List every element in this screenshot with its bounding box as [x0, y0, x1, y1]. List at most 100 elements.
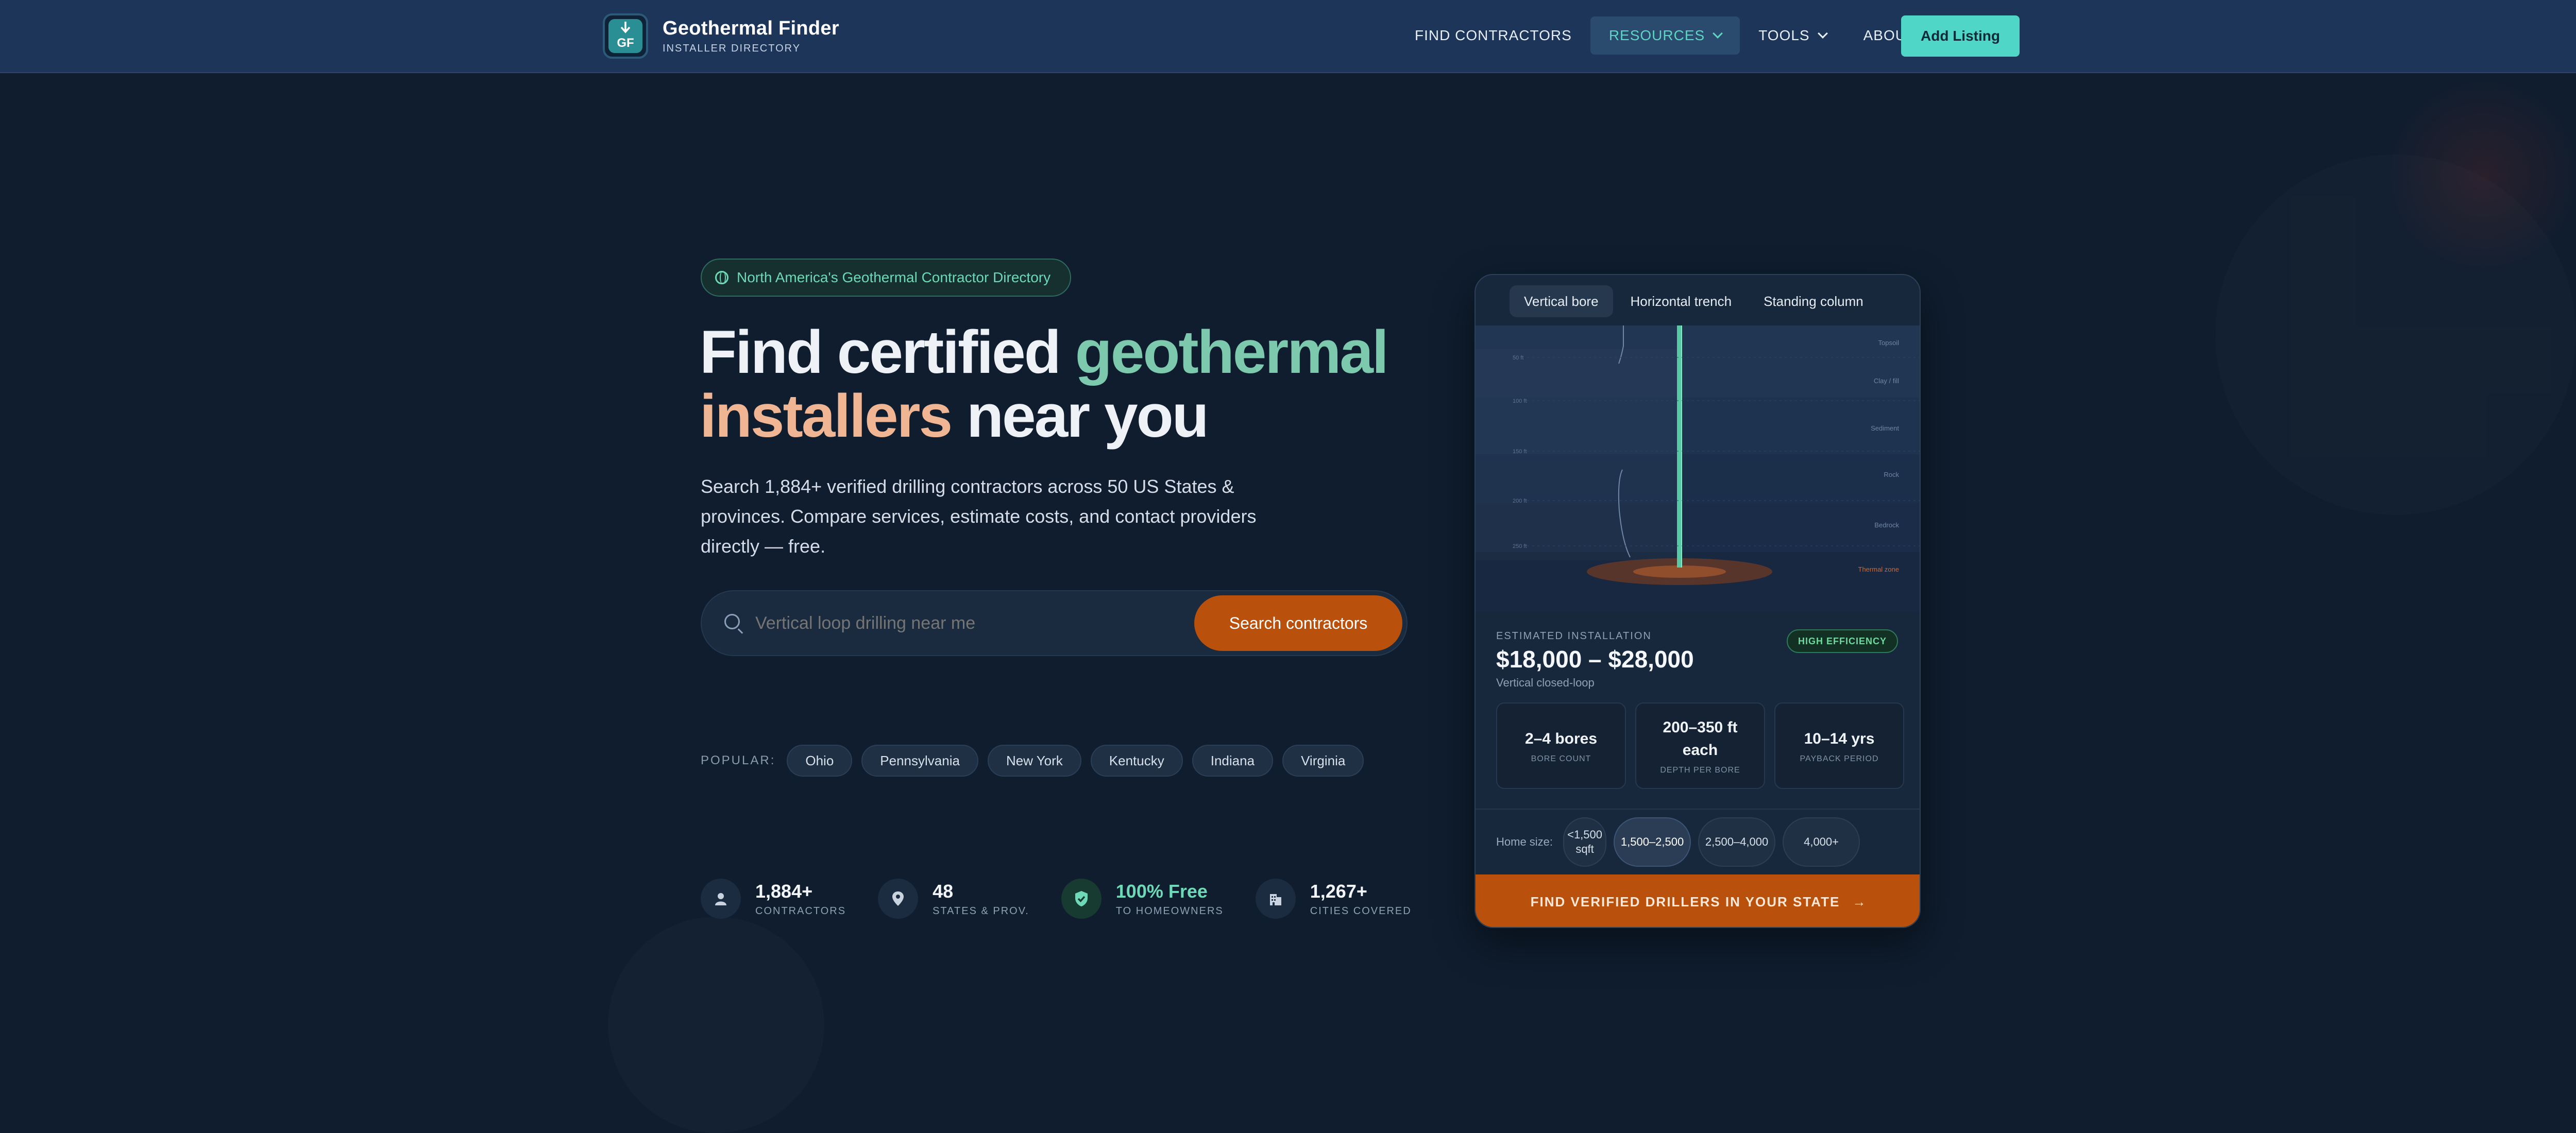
metric-label: DEPTH PER BORE — [1660, 766, 1740, 775]
title-highlight-installers: installers — [700, 382, 953, 450]
nav-find-contractors[interactable]: FIND CONTRACTORS — [1396, 16, 1590, 55]
estimate-value: $18,000 – $28,000 — [1496, 646, 1694, 673]
logo-mark: GF — [608, 19, 642, 53]
title-part: Find certified — [700, 318, 1075, 386]
loop-type-tabs: Vertical bore Horizontal trench Standing… — [1510, 285, 1878, 317]
home-size-label: Home size: — [1496, 835, 1553, 848]
brand-name: Geothermal Finder — [663, 18, 839, 39]
hero-badge-text: North America's Geothermal Contractor Di… — [737, 269, 1051, 285]
tab-vertical-bore[interactable]: Vertical bore — [1510, 285, 1613, 317]
stat-label: CITIES COVERED — [1310, 905, 1412, 917]
depth-label: 200 ft — [1513, 498, 1527, 504]
installation-estimate-card: Vertical bore Horizontal trench Standing… — [1475, 274, 1921, 928]
estimate-subtitle: Vertical closed-loop — [1496, 676, 1595, 689]
nav-label: TOOLS — [1758, 27, 1810, 43]
stat-value: 1,884+ — [755, 880, 813, 902]
layer-label: Bedrock — [1874, 521, 1899, 529]
depth-label: 150 ft — [1513, 449, 1527, 455]
tab-horizontal-trench[interactable]: Horizontal trench — [1616, 285, 1747, 317]
popular-chip-kentucky[interactable]: Kentucky — [1090, 745, 1183, 777]
search-input[interactable] — [755, 591, 1157, 655]
layer-label: Thermal zone — [1858, 565, 1899, 573]
home-size-option[interactable]: <1,500 sqft — [1563, 817, 1607, 867]
layer-label: Sediment — [1871, 424, 1899, 432]
chevron-down-icon — [1713, 28, 1723, 39]
depth-label: 50 ft — [1513, 355, 1523, 361]
popular-chip-virginia[interactable]: Virginia — [1282, 745, 1364, 777]
popular-chip-new-york[interactable]: New York — [987, 745, 1081, 777]
depth-label: 100 ft — [1513, 398, 1527, 404]
background-circle — [608, 917, 824, 1133]
estimate-label: ESTIMATED INSTALLATION — [1496, 630, 1652, 642]
stat-value: 100% Free — [1115, 880, 1208, 902]
popular-states: POPULAR: Ohio Pennsylvania New York Kent… — [701, 745, 1364, 777]
popular-chip-pennsylvania[interactable]: Pennsylvania — [861, 745, 978, 777]
metric-value: 10–14 yrs — [1804, 730, 1875, 747]
efficiency-badge: HIGH EFFICIENCY — [1786, 629, 1898, 653]
estimate-block: ESTIMATED INSTALLATION $18,000 – $28,000… — [1496, 630, 1694, 690]
find-drillers-button[interactable]: FIND VERIFIED DRILLERS IN YOUR STATE → — [1476, 874, 1920, 927]
home-size-selector: Home size: <1,500 sqft 1,500–2,500 2,500… — [1476, 809, 1920, 874]
nav-tools[interactable]: TOOLS — [1740, 16, 1844, 55]
stat-label: STATES & PROV. — [933, 905, 1029, 917]
stat-label: CONTRACTORS — [755, 905, 846, 917]
nav-label: RESOURCES — [1608, 27, 1705, 43]
background-circle — [2215, 154, 2576, 515]
brand[interactable]: GF Geothermal Finder INSTALLER DIRECTORY — [603, 12, 839, 60]
stat-label: TO HOMEOWNERS — [1115, 905, 1224, 917]
main-nav: FIND CONTRACTORS RESOURCES TOOLS ABOUT — [1396, 16, 1934, 55]
stat-cities: 1,267+ CITIES COVERED — [1255, 879, 1412, 919]
person-icon — [701, 879, 741, 919]
depth-label: 250 ft — [1513, 543, 1527, 550]
hero-title: Find certified geothermal installers nea… — [700, 318, 1389, 450]
metric-depth: 200–350 ft each DEPTH PER BORE — [1635, 702, 1765, 789]
nav-resources[interactable]: RESOURCES — [1590, 16, 1740, 55]
add-listing-button[interactable]: Add Listing — [1901, 15, 2020, 57]
arrow-right-icon: → — [1852, 894, 1867, 909]
hero-badge: North America's Geothermal Contractor Di… — [701, 259, 1072, 297]
nav-label: FIND CONTRACTORS — [1415, 27, 1572, 43]
building-icon — [1255, 879, 1296, 919]
home-size-option[interactable]: 2,500–4,000 — [1698, 817, 1776, 867]
metric-label: PAYBACK PERIOD — [1800, 754, 1879, 763]
globe-icon — [715, 271, 728, 284]
title-highlight-geothermal: geothermal — [1075, 318, 1389, 386]
title-part: near you — [951, 382, 1209, 450]
brand-subtitle: INSTALLER DIRECTORY — [663, 43, 801, 54]
shield-check-icon — [1061, 879, 1101, 919]
stat-value: 1,267+ — [1310, 880, 1367, 902]
location-pin-icon — [878, 879, 919, 919]
stat-free: 100% Free TO HOMEOWNERS — [1061, 879, 1224, 919]
stat-contractors: 1,884+ CONTRACTORS — [701, 879, 846, 919]
search-contractors-button[interactable]: Search contractors — [1194, 595, 1402, 651]
popular-chip-ohio[interactable]: Ohio — [787, 745, 853, 777]
metric-payback: 10–14 yrs PAYBACK PERIOD — [1774, 702, 1904, 789]
stat-states: 48 STATES & PROV. — [878, 879, 1029, 919]
home-size-option[interactable]: 4,000+ — [1783, 817, 1860, 867]
stat-value: 48 — [933, 880, 954, 902]
layer-label: Clay / fill — [1874, 377, 1899, 385]
stats-row: 1,884+ CONTRACTORS 48 STATES & PROV. 100% … — [701, 879, 1412, 919]
layer-label: Topsoil — [1878, 339, 1900, 347]
metric-value: 200–350 ft each — [1663, 719, 1738, 759]
top-navbar: GF Geothermal Finder INSTALLER DIRECTORY… — [0, 0, 2576, 73]
layer-label: Rock — [1884, 471, 1899, 478]
metrics-row: 2–4 bores BORE COUNT 200–350 ft each DEP… — [1496, 702, 1904, 789]
metric-bore-count: 2–4 bores BORE COUNT — [1496, 702, 1626, 789]
hero-lead: Search 1,884+ verified drilling contract… — [701, 476, 1257, 557]
cta-label: FIND VERIFIED DRILLERS IN YOUR STATE — [1530, 894, 1840, 909]
logo: GF — [603, 13, 648, 59]
tab-standing-column[interactable]: Standing column — [1749, 285, 1878, 317]
search-icon — [724, 614, 740, 629]
metric-value: 2–4 bores — [1524, 730, 1598, 747]
bore-diagram: Topsoil Clay / fill Sediment Rock Bedroc… — [1476, 325, 1920, 612]
logo-text: GF — [617, 36, 634, 50]
popular-chip-indiana[interactable]: Indiana — [1192, 745, 1274, 777]
popular-label: POPULAR: — [701, 753, 776, 767]
search-bar: Search contractors — [701, 590, 1408, 656]
chevron-down-icon — [1817, 28, 1828, 39]
drill-down-icon — [620, 22, 631, 33]
background-glow — [2380, 72, 2576, 278]
home-size-option[interactable]: 1,500–2,500 — [1614, 817, 1691, 867]
metric-label: BORE COUNT — [1531, 754, 1591, 763]
